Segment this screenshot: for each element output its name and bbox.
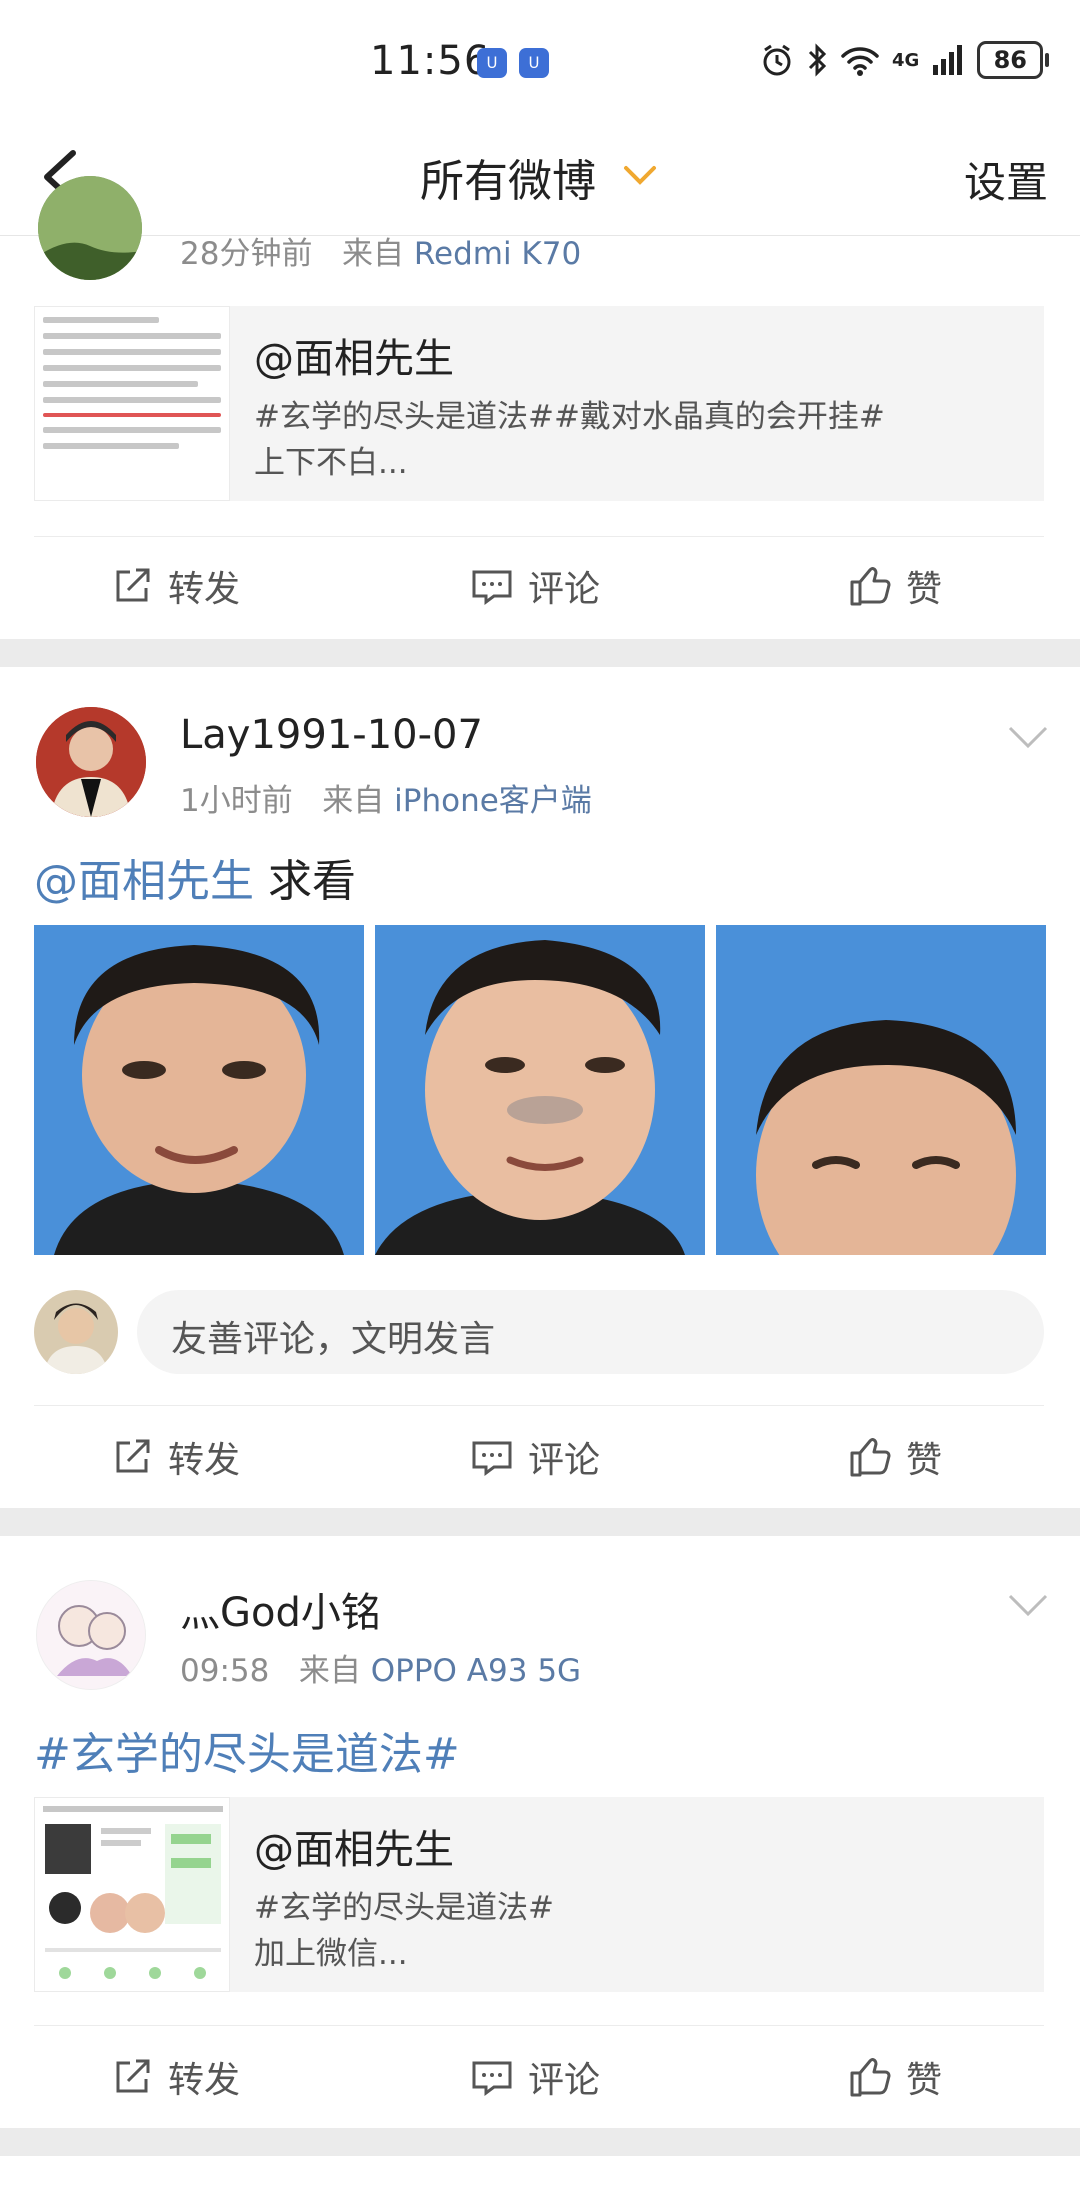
repost-thumbnail (34, 1797, 230, 1992)
status-bar: 11:56 ᑌ ᑌ 4G 86 (0, 0, 1080, 125)
post-time: 28分钟前 (180, 236, 313, 272)
post-source: Redmi K70 (413, 236, 582, 272)
chevron-down-icon[interactable] (1006, 722, 1050, 752)
repost-button[interactable]: 转发 (110, 2027, 240, 2127)
comment-input[interactable]: 友善评论，文明发言 (137, 1290, 1044, 1374)
app-notification-icon: ᑌ (477, 48, 507, 78)
like-label: 赞 (906, 1440, 943, 1481)
wifi-icon (841, 47, 879, 76)
alarm-icon (763, 44, 791, 76)
repost-thumbnail (34, 306, 230, 501)
username[interactable]: Lay1991-10-07 (180, 712, 483, 758)
mention-link[interactable]: @面相先生 (34, 856, 254, 907)
post-time: 1小时前 (180, 783, 293, 819)
repost-button[interactable]: 转发 (110, 536, 240, 636)
username[interactable]: 灬God小铭 (180, 1580, 381, 1638)
top-nav-bar: 所有微博 设置 (0, 125, 1080, 236)
repost-button[interactable]: 转发 (110, 1407, 240, 1507)
signal-icon (933, 45, 963, 75)
thumbs-up-icon (850, 1438, 891, 1477)
post-photo[interactable] (375, 925, 705, 1255)
repost-author[interactable]: @面相先生 (254, 1817, 454, 1875)
comment-icon (472, 570, 512, 605)
comment-button[interactable]: 评论 (470, 536, 600, 636)
action-bar: 转发 评论 赞 (0, 2027, 1080, 2127)
avatar[interactable] (36, 707, 146, 817)
post-body: 求看 (254, 856, 356, 907)
comment-button[interactable]: 评论 (470, 1407, 600, 1507)
divider (34, 2025, 1044, 2026)
source-prefix: 来自 (342, 236, 405, 272)
post-meta: 09:58 来自 OPPO A93 5G (180, 1645, 581, 1690)
avatar[interactable] (38, 176, 142, 280)
post-photo[interactable] (34, 925, 364, 1255)
like-button[interactable]: 赞 (848, 2027, 942, 2127)
post-text: #玄学的尽头是道法# (34, 1718, 460, 1782)
comment-icon (472, 1441, 512, 1476)
post-text: @面相先生 求看 (34, 845, 356, 909)
weibo-card: 28分钟前 来自 Redmi K70 @面相先生 #玄学的尽头是道法##戴对水晶… (0, 176, 1080, 636)
settings-button[interactable]: 设置 (964, 149, 1048, 210)
clock: 11:56 (370, 38, 491, 84)
comment-label: 评论 (528, 569, 601, 610)
chevron-down-icon[interactable] (1006, 1590, 1050, 1620)
avatar[interactable] (36, 1580, 146, 1690)
system-icons: 4G 86 (760, 40, 1050, 80)
card-separator (0, 2128, 1080, 2156)
battery-indicator: 86 (977, 41, 1050, 79)
chevron-down-icon[interactable] (622, 160, 658, 190)
action-bar: 转发 评论 赞 (0, 1407, 1080, 1507)
repost-label: 转发 (168, 2060, 241, 2101)
post-photo[interactable] (716, 925, 1046, 1255)
app-notification-icon: ᑌ (519, 48, 549, 78)
post-source: OPPO A93 5G (370, 1653, 582, 1689)
comment-icon (472, 2061, 512, 2096)
comment-placeholder: 友善评论，文明发言 (171, 1319, 496, 1360)
post-meta: 1小时前 来自 iPhone客户端 (180, 775, 592, 820)
repost-text: #玄学的尽头是道法##戴对水晶真的会开挂# 上下不白... (254, 399, 885, 481)
source-prefix: 来自 (298, 1653, 361, 1689)
comment-label: 评论 (528, 2060, 601, 2101)
like-label: 赞 (906, 2060, 943, 2101)
post-time: 09:58 (180, 1653, 270, 1689)
source-prefix: 来自 (322, 783, 385, 819)
my-avatar (34, 1290, 118, 1374)
like-button[interactable]: 赞 (848, 536, 942, 636)
divider (34, 1405, 1044, 1406)
like-button[interactable]: 赞 (848, 1407, 942, 1507)
post-source: iPhone客户端 (394, 783, 592, 819)
topic-link[interactable]: #玄学的尽头是道法# (34, 1729, 460, 1780)
repost-preview[interactable]: @面相先生 #玄学的尽头是道法# 加上微信... (34, 1797, 1044, 1992)
share-icon (116, 568, 150, 602)
like-label: 赞 (906, 569, 943, 610)
bluetooth-icon (808, 43, 827, 77)
thumbs-up-icon (850, 2058, 891, 2097)
share-icon (116, 2059, 150, 2093)
card-separator (0, 1508, 1080, 1536)
action-bar: 转发 评论 赞 (0, 536, 1080, 636)
repost-text: #玄学的尽头是道法# 加上微信... (254, 1890, 554, 1972)
repost-label: 转发 (168, 569, 241, 610)
feed-filter-title[interactable]: 所有微博 (420, 145, 596, 209)
network-type: 4G (892, 49, 920, 71)
comment-label: 评论 (528, 1440, 601, 1481)
repost-author[interactable]: @面相先生 (254, 326, 454, 384)
comment-button[interactable]: 评论 (470, 2027, 600, 2127)
thumbs-up-icon (850, 567, 891, 606)
repost-label: 转发 (168, 1440, 241, 1481)
repost-preview[interactable]: @面相先生 #玄学的尽头是道法##戴对水晶真的会开挂# 上下不白... (34, 306, 1044, 501)
post-meta: 28分钟前 来自 Redmi K70 (180, 228, 581, 273)
share-icon (116, 1439, 150, 1473)
card-separator (0, 639, 1080, 667)
